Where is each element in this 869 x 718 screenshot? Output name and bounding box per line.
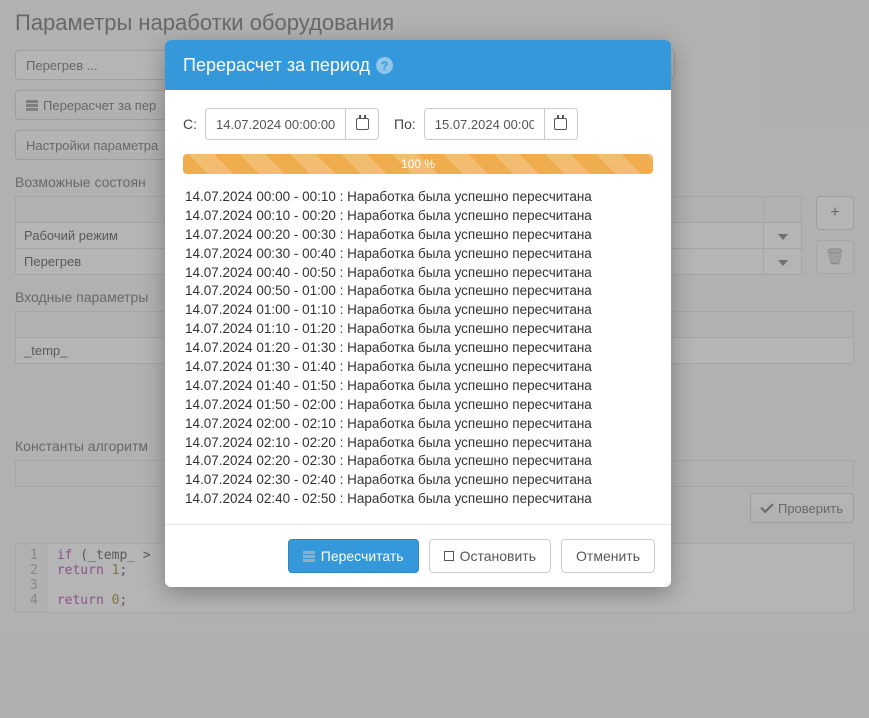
log-line: 14.07.2024 02:40 - 02:50 : Наработка был…: [185, 490, 651, 509]
to-date-input[interactable]: [424, 108, 544, 140]
log-line: 14.07.2024 00:20 - 00:30 : Наработка был…: [185, 226, 651, 245]
log-line: 14.07.2024 02:30 - 02:40 : Наработка был…: [185, 471, 651, 490]
log-line: 14.07.2024 00:10 - 00:20 : Наработка был…: [185, 207, 651, 226]
log-output[interactable]: 14.07.2024 00:00 - 00:10 : Наработка был…: [183, 184, 653, 514]
log-line: 14.07.2024 01:20 - 01:30 : Наработка был…: [185, 339, 651, 358]
stop-button[interactable]: Остановить: [429, 539, 551, 573]
modal-header: Перерасчет за период ?: [165, 40, 671, 90]
from-date-picker-button[interactable]: [345, 108, 379, 140]
cancel-button-label: Отменить: [576, 548, 640, 564]
to-date-picker-button[interactable]: [544, 108, 578, 140]
log-line: 14.07.2024 01:40 - 01:50 : Наработка был…: [185, 377, 651, 396]
log-line: 14.07.2024 01:30 - 01:40 : Наработка был…: [185, 358, 651, 377]
progress-bar: 100 %: [183, 154, 653, 174]
stop-button-label: Остановить: [460, 548, 536, 564]
recalculate-button[interactable]: Пересчитать: [288, 539, 419, 573]
log-line: 14.07.2024 00:50 - 01:00 : Наработка был…: [185, 282, 651, 301]
calendar-icon: [356, 118, 369, 130]
stop-icon: [444, 551, 454, 561]
date-range-row: С: По:: [183, 108, 653, 140]
cancel-button[interactable]: Отменить: [561, 539, 655, 573]
recalculate-button-label: Пересчитать: [321, 548, 404, 564]
log-line: 14.07.2024 00:00 - 00:10 : Наработка был…: [185, 188, 651, 207]
log-line: 14.07.2024 02:20 - 02:30 : Наработка был…: [185, 452, 651, 471]
log-line: 14.07.2024 00:40 - 00:50 : Наработка был…: [185, 264, 651, 283]
from-label: С:: [183, 116, 197, 132]
log-line: 14.07.2024 00:30 - 00:40 : Наработка был…: [185, 245, 651, 264]
log-line: 14.07.2024 02:10 - 02:20 : Наработка был…: [185, 434, 651, 453]
recalc-modal: Перерасчет за период ? С: По:: [165, 40, 671, 587]
help-icon[interactable]: ?: [376, 57, 393, 74]
calendar-icon: [554, 118, 567, 130]
log-line: 14.07.2024 02:00 - 02:10 : Наработка был…: [185, 415, 651, 434]
modal-footer: Пересчитать Остановить Отменить: [165, 524, 671, 587]
grid-icon: [303, 551, 315, 562]
progress-fill: 100 %: [183, 154, 653, 174]
log-line: 14.07.2024 01:00 - 01:10 : Наработка был…: [185, 301, 651, 320]
modal-title: Перерасчет за период: [183, 55, 370, 76]
log-line: 14.07.2024 01:10 - 01:20 : Наработка был…: [185, 320, 651, 339]
from-date-input[interactable]: [205, 108, 345, 140]
to-label: По:: [394, 116, 416, 132]
log-line: 14.07.2024 01:50 - 02:00 : Наработка был…: [185, 396, 651, 415]
